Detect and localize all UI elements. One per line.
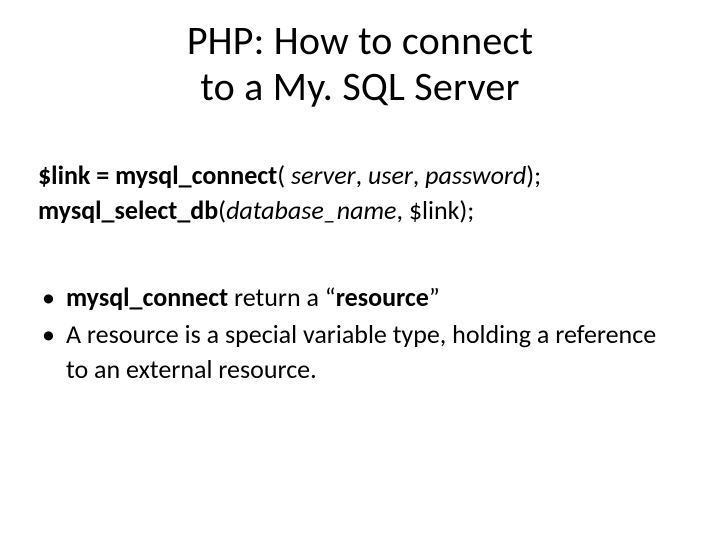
bullet-text: resource (336, 281, 429, 313)
code-text: ( (218, 194, 226, 226)
code-text: , $link); (396, 194, 474, 226)
bullet-text: return a “ (228, 281, 336, 313)
code-text: ( (277, 159, 291, 191)
code-line-2: mysql_select_db(database_name, $link); (38, 193, 682, 228)
code-block: $link = mysql_connect( server, user, pas… (38, 158, 682, 228)
list-item: A resource is a special variable type, h… (38, 317, 682, 387)
bullet-list: mysql_connect return a “resource” A reso… (38, 280, 682, 389)
slide: PHP: How to connect to a My. SQL Server … (0, 0, 720, 540)
code-text: , (413, 159, 425, 191)
slide-title: PHP: How to connect to a My. SQL Server (0, 18, 720, 110)
bullet-text: mysql_connect (66, 281, 228, 313)
code-text: database_name (226, 194, 396, 226)
code-text: , (356, 159, 368, 191)
title-line-1: PHP: How to connect (187, 16, 533, 65)
code-text: ); (526, 159, 541, 191)
bullet-text: A resource is a special variable type, h… (66, 318, 656, 385)
title-line-2: to a My. SQL Server (200, 62, 519, 111)
bullet-text: ” (429, 281, 440, 313)
code-text: user (368, 159, 413, 191)
code-line-1: $link = mysql_connect( server, user, pas… (38, 158, 682, 193)
code-text: password (425, 159, 526, 191)
list-item: mysql_connect return a “resource” (38, 280, 682, 315)
code-text: $link = mysql_connect (38, 159, 277, 191)
code-text: server (291, 159, 356, 191)
code-text: mysql_select_db (38, 194, 218, 226)
